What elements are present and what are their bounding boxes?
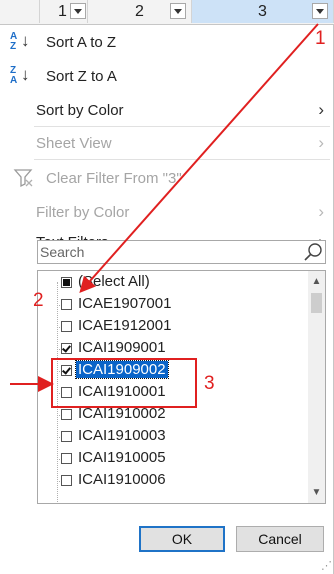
column-header-1[interactable]: 1 <box>40 0 88 23</box>
resize-grip-icon[interactable]: ⋰ <box>321 559 332 572</box>
menu-item-clear-filter: Clear Filter From "3" <box>0 164 334 192</box>
search-box <box>37 240 326 264</box>
cancel-button[interactable]: Cancel <box>236 526 324 552</box>
list-item-label: ICAE1907001 <box>78 295 172 312</box>
column-header-label: 1 <box>58 2 67 20</box>
annotation-label-3: 3 <box>204 373 215 394</box>
menu-item-sheet-view: Sheet View › <box>0 129 334 157</box>
menu-item-label: Sort Z to A <box>46 67 117 85</box>
item-checkbox[interactable] <box>61 321 72 332</box>
chevron-right-icon: › <box>318 100 324 119</box>
search-input[interactable] <box>40 243 290 261</box>
list-item[interactable]: ICAI1909001 <box>38 338 298 360</box>
chevron-right-icon: › <box>318 202 324 221</box>
column-header-label: 2 <box>135 2 144 20</box>
menu-item-sort-a-to-z[interactable]: A Z ↓ Sort A to Z <box>0 28 334 56</box>
menu-item-label: Clear Filter From "3" <box>46 169 182 187</box>
menu-item-label: Sort A to Z <box>46 33 117 51</box>
annotation-box <box>51 358 197 408</box>
column-header-3[interactable]: 3 <box>192 0 334 23</box>
column-header-label: 3 <box>258 2 267 20</box>
select-all-checkbox[interactable] <box>61 277 72 288</box>
menu-item-sort-z-to-a[interactable]: Z A ↓ Sort Z to A <box>0 62 334 90</box>
list-item[interactable]: ICAE1912001 <box>38 316 298 338</box>
filter-dropdown-icon[interactable] <box>312 3 328 19</box>
ok-button[interactable]: OK <box>139 526 225 552</box>
list-item-select-all[interactable]: (Select All) <box>38 272 298 294</box>
menu-item-label: Sheet View <box>36 134 112 152</box>
list-scrollbar[interactable]: ▲ ▼ <box>308 271 325 503</box>
item-checkbox[interactable] <box>61 431 72 442</box>
filter-dropdown-icon[interactable] <box>70 3 86 19</box>
list-item-label: ICAE1912001 <box>78 317 172 334</box>
menu-item-sort-by-color[interactable]: Sort by Color › <box>0 96 334 124</box>
item-checkbox[interactable] <box>61 299 72 310</box>
clear-filter-icon <box>13 169 33 188</box>
sort-ascending-icon: A Z ↓ <box>10 31 30 52</box>
chevron-right-icon: › <box>318 133 324 152</box>
item-checkbox[interactable] <box>61 475 72 486</box>
list-item[interactable]: ICAI1910006 <box>38 470 298 492</box>
filter-dropdown-icon[interactable] <box>170 3 186 19</box>
item-checkbox[interactable] <box>61 409 72 420</box>
scroll-up-icon[interactable]: ▲ <box>308 273 325 290</box>
annotation-label-2: 2 <box>33 290 44 311</box>
list-item[interactable]: ICAI1910005 <box>38 448 298 470</box>
list-item-label: ICAI1910003 <box>78 427 166 444</box>
item-checkbox[interactable] <box>61 343 72 354</box>
scroll-down-icon[interactable]: ▼ <box>308 484 325 501</box>
sort-descending-icon: Z A ↓ <box>10 65 30 86</box>
list-item-label: ICAI1910005 <box>78 449 166 466</box>
menu-separator <box>34 159 330 160</box>
list-item-label: ICAI1910006 <box>78 471 166 488</box>
menu-item-label: Sort by Color <box>36 101 124 119</box>
menu-item-filter-by-color: Filter by Color › <box>0 198 334 226</box>
search-icon[interactable] <box>303 242 323 262</box>
list-item-label: ICAI1909001 <box>78 339 166 356</box>
list-item[interactable]: ICAI1910003 <box>38 426 298 448</box>
menu-item-label: Filter by Color <box>36 203 130 221</box>
column-header-row: 1 2 3 <box>0 0 334 25</box>
list-item[interactable]: ICAE1907001 <box>38 294 298 316</box>
annotation-label-1: 1 <box>315 28 326 49</box>
row-header-corner <box>0 0 40 23</box>
column-header-2[interactable]: 2 <box>88 0 192 23</box>
item-checkbox[interactable] <box>61 453 72 464</box>
scroll-thumb[interactable] <box>311 293 322 313</box>
menu-separator <box>34 126 330 127</box>
list-item-label: (Select All) <box>78 273 150 290</box>
